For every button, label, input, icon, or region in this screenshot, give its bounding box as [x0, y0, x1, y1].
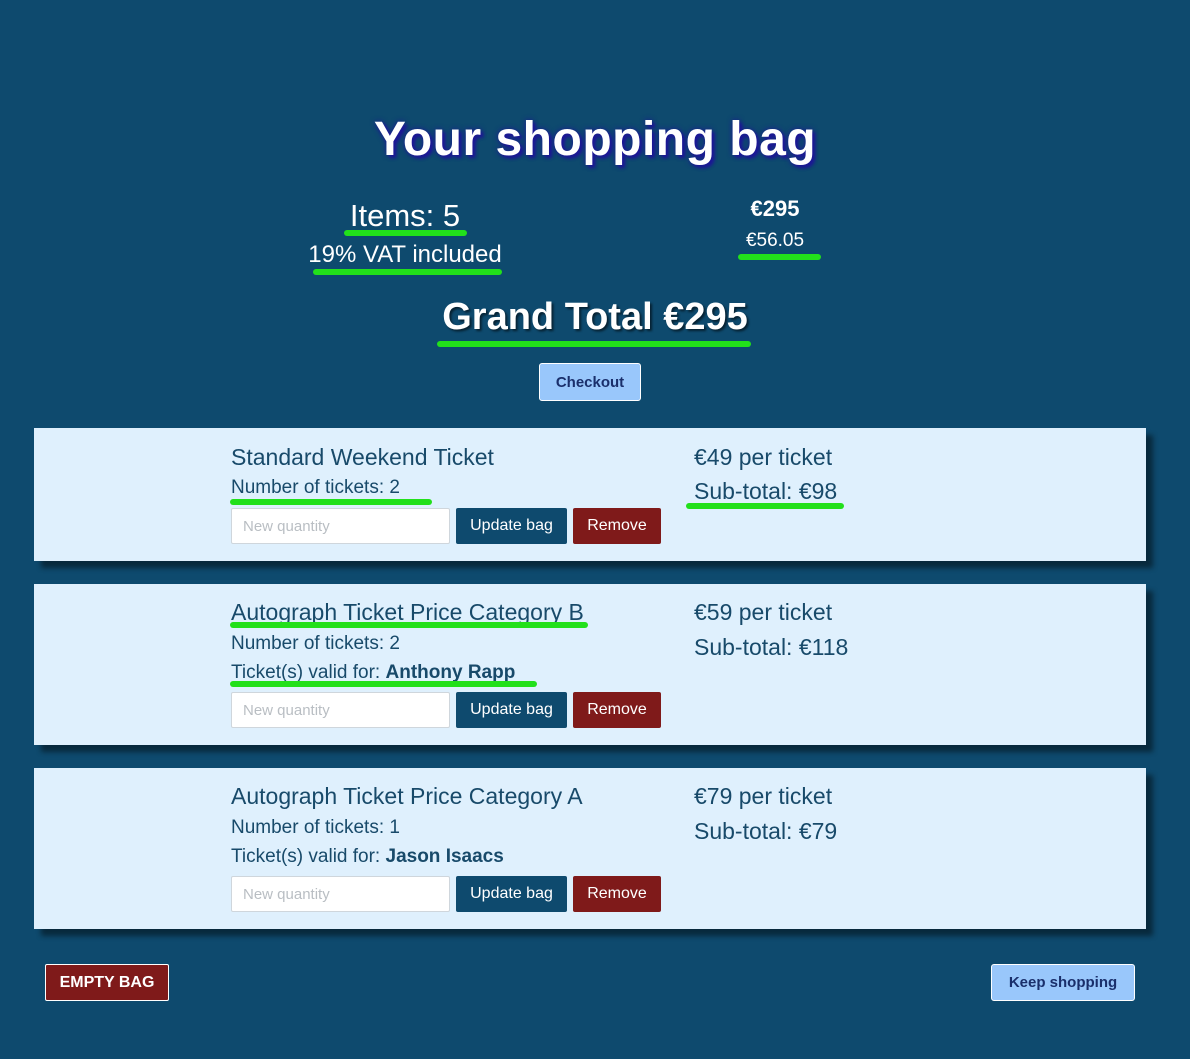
quantity-input[interactable] [231, 876, 450, 912]
item-quantity: Number of tickets: 2 [231, 477, 400, 498]
valid-for-name: Jason Isaacs [385, 846, 504, 867]
price-per-ticket: €79 per ticket [694, 783, 833, 809]
quantity-input[interactable] [231, 508, 450, 544]
item-name: Autograph Ticket Price Category A [231, 783, 583, 809]
bag-item-card: Standard Weekend Ticket Number of ticket… [34, 428, 1146, 561]
vat-label: 19% VAT included [308, 241, 502, 268]
keep-shopping-button[interactable]: Keep shopping [991, 964, 1135, 1001]
page-title: Your shopping bag [373, 113, 817, 166]
item-quantity: Number of tickets: 1 [231, 817, 400, 838]
highlight-mark [313, 269, 502, 275]
vat-amount: €56.05 [745, 230, 805, 251]
bag-item-card: Autograph Ticket Price Category A Number… [34, 768, 1146, 929]
valid-for-label: Ticket(s) valid for: [231, 846, 386, 867]
items-count: Items: 5 [349, 198, 461, 233]
highlight-mark [437, 341, 751, 347]
remove-button[interactable]: Remove [573, 876, 661, 912]
valid-for-name: Anthony Rapp [385, 662, 516, 683]
item-subtotal: Sub-total: €79 [694, 818, 838, 844]
empty-bag-button[interactable]: EMPTY BAG [45, 964, 169, 1001]
checkout-button[interactable]: Checkout [539, 363, 641, 401]
price-per-ticket: €49 per ticket [694, 444, 833, 470]
item-quantity: Number of tickets: 2 [231, 633, 400, 654]
highlight-mark [344, 230, 467, 236]
update-bag-button[interactable]: Update bag [456, 692, 567, 728]
highlight-mark [230, 681, 537, 687]
price-per-ticket: €59 per ticket [694, 599, 833, 625]
highlight-mark [230, 499, 432, 505]
remove-button[interactable]: Remove [573, 692, 661, 728]
update-bag-button[interactable]: Update bag [456, 876, 567, 912]
update-bag-button[interactable]: Update bag [456, 508, 567, 544]
item-valid-for: Ticket(s) valid for: Jason Isaacs [231, 846, 504, 868]
item-subtotal: Sub-total: €98 [694, 478, 838, 504]
highlight-mark [686, 503, 844, 509]
grand-total: Grand Total €295 [442, 296, 748, 338]
remove-button[interactable]: Remove [573, 508, 661, 544]
item-name: Standard Weekend Ticket [231, 444, 494, 470]
item-subtotal: Sub-total: €118 [694, 634, 849, 660]
bag-item-card: Autograph Ticket Price Category B Number… [34, 584, 1146, 745]
bag-total: €295 [750, 196, 800, 221]
quantity-input[interactable] [231, 692, 450, 728]
highlight-mark [738, 254, 821, 260]
valid-for-label: Ticket(s) valid for: [231, 662, 386, 683]
highlight-mark [230, 622, 588, 628]
